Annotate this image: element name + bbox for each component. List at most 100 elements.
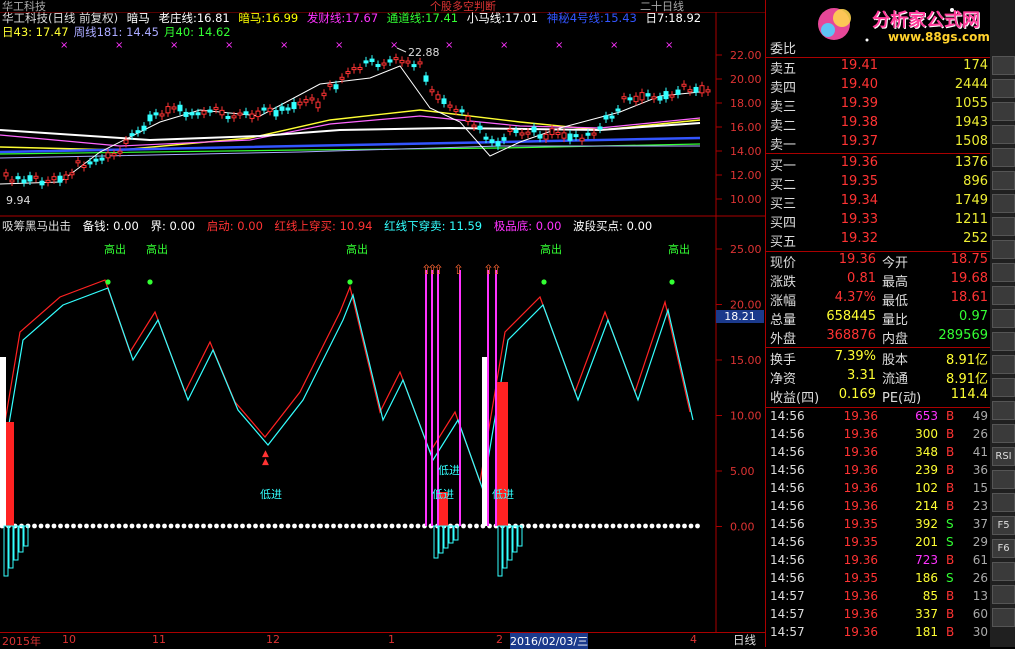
zero-dot — [591, 523, 596, 529]
ask-label: 卖五 — [770, 62, 797, 77]
zero-dot — [175, 523, 180, 529]
quote-label: 涨跌 — [770, 275, 797, 290]
ask-row[interactable]: 卖五 19.41 174 — [766, 58, 990, 77]
candle-body — [111, 153, 117, 157]
tick-row: 14:56 19.35 392 S 37 — [766, 517, 990, 535]
toolbar-button[interactable] — [992, 401, 1015, 420]
toolbar-button[interactable] — [992, 79, 1015, 98]
quote-label: 最低 — [882, 294, 909, 309]
toolbar-button[interactable] — [992, 148, 1015, 167]
toolbar-button[interactable] — [992, 240, 1015, 259]
zero-dot — [402, 523, 408, 529]
zero-dot — [227, 523, 232, 529]
side-toolbar: RSI F5 F6 — [990, 0, 1015, 647]
toolbar-button[interactable] — [992, 56, 1015, 75]
quote-label: 换手 — [770, 353, 797, 368]
candle-body — [699, 85, 705, 94]
ask-row[interactable]: 卖三 19.39 1055 — [766, 96, 990, 115]
ask-label: 卖四 — [770, 81, 797, 96]
tick-price: 19.36 — [843, 589, 878, 603]
ask-row[interactable]: 卖一 19.37 1508 — [766, 134, 990, 153]
zero-dot — [623, 523, 629, 529]
zero-dot — [350, 523, 356, 529]
toolbar-button[interactable] — [992, 585, 1015, 604]
toolbar-button[interactable] — [992, 562, 1015, 581]
toolbar-button[interactable] — [992, 194, 1015, 213]
price-axis-label: 16.00 — [730, 121, 762, 134]
ma-legend-item: 周线181: 14.45 — [73, 25, 159, 39]
signal-x-mark: × — [610, 40, 618, 51]
toolbar-button[interactable] — [992, 263, 1015, 282]
bid-label: 买五 — [770, 235, 797, 250]
toolbar-button[interactable] — [992, 493, 1015, 512]
bid-row[interactable]: 买一 19.36 1376 — [766, 155, 990, 174]
toolbar-button[interactable] — [992, 171, 1015, 190]
ask-price: 19.40 — [840, 77, 878, 92]
price-axis-label: 22.00 — [730, 49, 762, 62]
low-label: 低进 — [260, 488, 282, 501]
quote-row: 收益(四) 0.169 PE(动) 114.4 — [766, 387, 990, 406]
tick-time: 14:56 — [770, 427, 805, 441]
bid-price: 19.35 — [840, 174, 878, 189]
high-label: 高出 — [146, 242, 168, 256]
candle-body — [9, 179, 15, 183]
candle-body — [15, 176, 21, 180]
ask-price: 19.38 — [840, 115, 878, 130]
toolbar-button[interactable]: RSI — [992, 447, 1015, 466]
toolbar-button[interactable] — [992, 424, 1015, 443]
zero-dot — [675, 523, 681, 529]
bid-row[interactable]: 买四 19.33 1211 — [766, 212, 990, 231]
high-dot — [669, 279, 675, 285]
toolbar-button[interactable] — [992, 608, 1015, 627]
bid-row[interactable]: 买三 19.34 1749 — [766, 193, 990, 212]
candle-body — [489, 139, 495, 144]
tick-time: 14:56 — [770, 481, 805, 495]
toolbar-button[interactable] — [992, 125, 1015, 144]
candle-body — [153, 112, 159, 116]
zero-dot — [682, 523, 687, 529]
bid-price: 19.34 — [840, 193, 878, 208]
candle-body — [255, 110, 261, 118]
toolbar-button[interactable] — [992, 102, 1015, 121]
zero-dot — [272, 523, 278, 529]
zero-dot — [149, 523, 154, 529]
ask-row[interactable]: 卖二 19.38 1943 — [766, 115, 990, 134]
price-high-mark: 22.88 — [408, 46, 440, 59]
candle-body — [231, 115, 237, 119]
toolbar-button[interactable]: F5 — [992, 516, 1015, 535]
toolbar-button[interactable] — [992, 217, 1015, 236]
toolbar-button[interactable] — [992, 286, 1015, 305]
zero-dot — [259, 523, 265, 529]
candle-body — [549, 128, 555, 136]
zero-dot — [90, 523, 96, 529]
price-axis-label: 14.00 — [730, 145, 762, 158]
period-button[interactable]: 日线 — [724, 632, 765, 647]
neg-bar — [433, 525, 439, 559]
candle-body — [591, 132, 597, 136]
tick-count: 26 — [972, 427, 988, 441]
zero-dot — [376, 523, 382, 529]
signal-x-mark: × — [445, 40, 453, 51]
ask-row[interactable]: 卖四 19.40 2444 — [766, 77, 990, 96]
tick-direction: S — [946, 571, 954, 585]
toolbar-button[interactable] — [992, 355, 1015, 374]
toolbar-button[interactable] — [992, 378, 1015, 397]
candle-body — [351, 67, 357, 71]
candle-body — [393, 57, 399, 61]
quote-label: 最高 — [882, 275, 909, 290]
toolbar-button[interactable] — [992, 470, 1015, 489]
toolbar-button[interactable] — [992, 309, 1015, 328]
tick-price: 19.36 — [843, 481, 878, 495]
toolbar-button[interactable] — [992, 332, 1015, 351]
tick-price: 19.36 — [843, 607, 878, 621]
bid-row[interactable]: 买五 19.32 252 — [766, 231, 990, 250]
candle-body — [429, 89, 435, 93]
kline-chart[interactable]: 22.00 20.00 18.00 16.00 14.00 12.00 10.00 25.00… — [0, 12, 765, 632]
candle-body — [387, 59, 393, 63]
tick-volume: 300 — [915, 427, 938, 441]
bid-row[interactable]: 买二 19.35 896 — [766, 174, 990, 193]
toolbar-button[interactable]: F6 — [992, 539, 1015, 558]
price-axis-label: 20.00 — [730, 73, 762, 86]
candle-body — [627, 97, 633, 101]
tick-row: 14:56 19.36 102 B 15 — [766, 481, 990, 499]
